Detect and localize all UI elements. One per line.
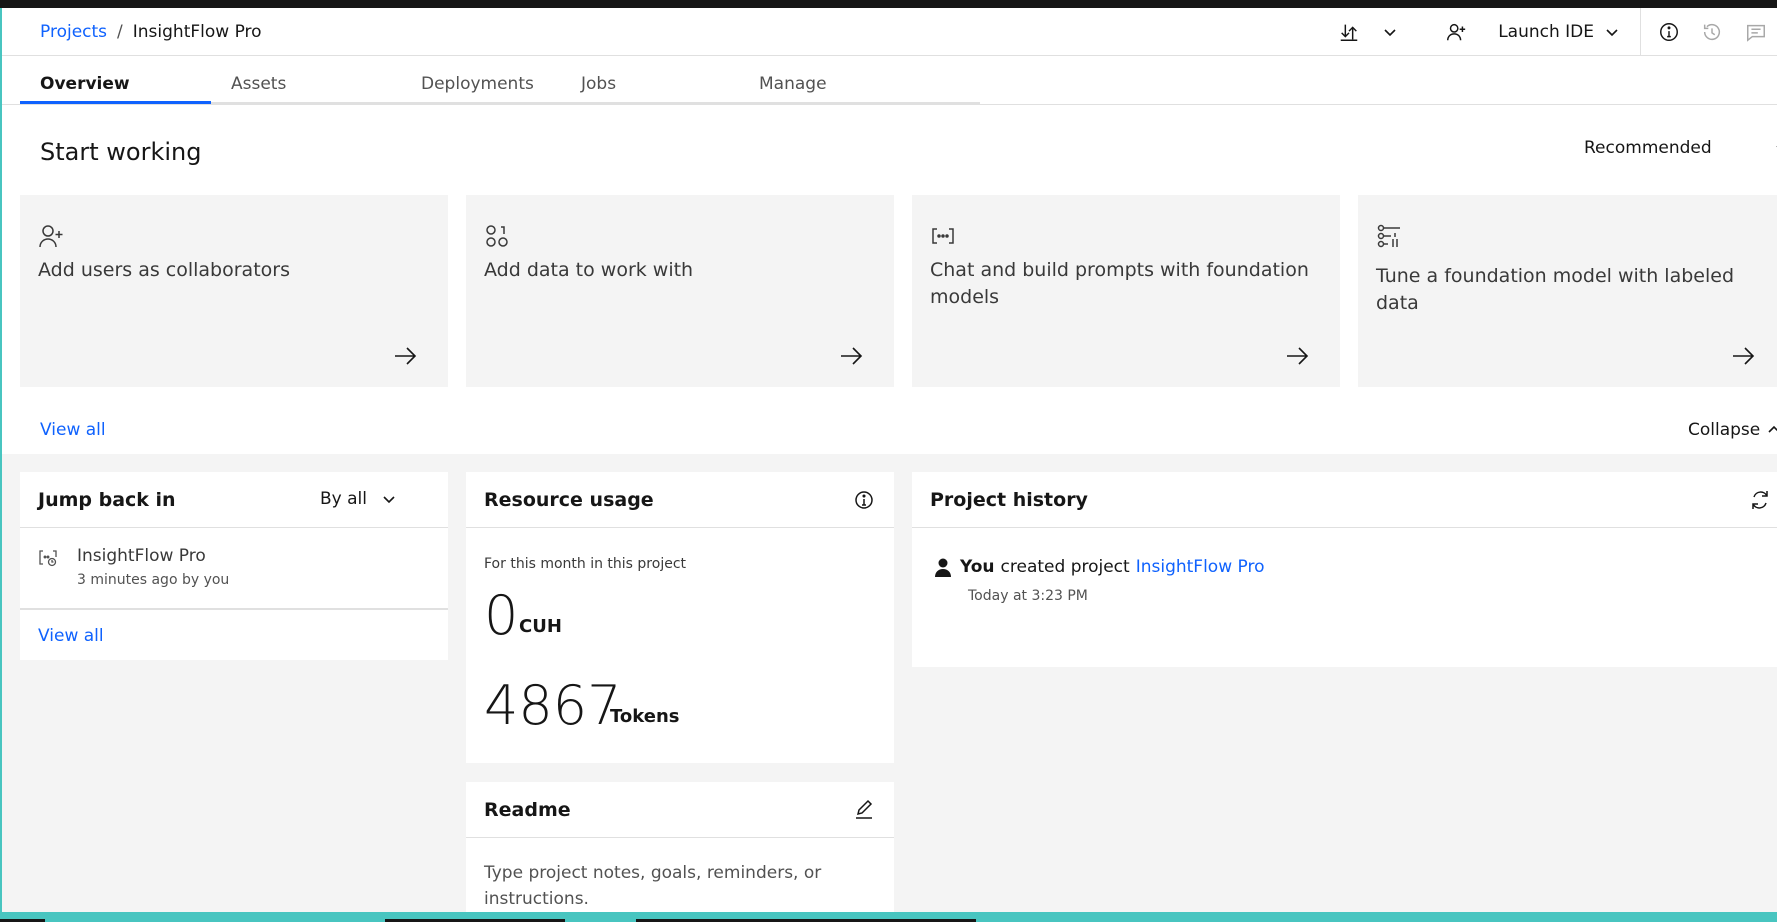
by-all-label: By all (320, 489, 367, 509)
edit-icon[interactable] (852, 798, 876, 822)
resource-usage-subtitle: For this month in this project (484, 556, 687, 572)
add-user-icon (39, 225, 63, 248)
tokens-unit: Tokens (610, 706, 680, 727)
recommended-dropdown[interactable]: Recommended (1584, 138, 1777, 158)
project-history-title: Project history (930, 489, 1088, 511)
window-top-bar (0, 0, 1777, 8)
data-icon (486, 225, 508, 247)
card-label: Add data to work with (484, 259, 694, 281)
card-label: Add users as collaborators (38, 259, 290, 281)
jump-back-in-title: Jump back in (38, 489, 176, 511)
history-actor: You (960, 557, 995, 577)
collapse-label: Collapse (1688, 420, 1761, 440)
tab-jobs[interactable]: Jobs (561, 60, 739, 102)
tokens-value: 4867 (484, 674, 622, 737)
tile-header: Readme (466, 782, 894, 838)
tab-manage[interactable]: Manage (739, 60, 980, 102)
history-action: created project (1000, 557, 1130, 577)
card-tune-model[interactable]: Tune a foundation model with labeled dat… (1358, 195, 1777, 387)
collapse-button[interactable]: Collapse (1688, 420, 1777, 440)
chevron-down-icon (1384, 29, 1396, 37)
chevron-down-icon (1606, 29, 1618, 37)
readme-title: Readme (484, 799, 571, 821)
recent-item-name: InsightFlow Pro (77, 546, 206, 566)
chevron-up-icon (1768, 425, 1777, 433)
launch-ide-button[interactable]: Launch IDE (1486, 8, 1632, 56)
history-icon (1703, 24, 1721, 41)
cuh-value: 0 (484, 584, 519, 647)
recommended-label: Recommended (1584, 138, 1712, 158)
resource-usage-tile: Resource usage For this month in this pr… (466, 472, 894, 763)
breadcrumb-separator: / (117, 22, 123, 42)
project-icon (39, 550, 57, 567)
comment-icon (1747, 24, 1765, 42)
breadcrumb-project-name: InsightFlow Pro (132, 22, 262, 42)
card-chat-prompts[interactable]: Chat and build prompts with foundation m… (912, 195, 1340, 387)
info-icon (1660, 23, 1678, 41)
history-timestamp: Today at 3:23 PM (968, 588, 1088, 604)
tab-deployments[interactable]: Deployments (401, 60, 561, 102)
launch-ide-label: Launch IDE (1498, 22, 1594, 42)
recent-item[interactable]: InsightFlow Pro 3 minutes ago by you (20, 528, 448, 610)
jump-back-in-tile: Jump back in By all InsightFlow Pro 3 mi… (20, 472, 448, 660)
resource-usage-title: Resource usage (484, 489, 654, 511)
by-all-dropdown[interactable]: By all (320, 489, 397, 509)
card-add-users[interactable]: Add users as collaborators (20, 195, 448, 387)
add-collaborator-button[interactable] (1426, 8, 1486, 56)
breadcrumb: Projects / InsightFlow Pro (40, 22, 262, 42)
history-entry: You created project InsightFlow Pro (932, 556, 1264, 578)
readme-placeholder[interactable]: Type project notes, goals, reminders, or… (484, 860, 844, 912)
readme-tile: Readme Type project notes, goals, remind… (466, 782, 894, 912)
import-export-icon (1340, 24, 1358, 41)
info-icon[interactable] (852, 488, 876, 512)
arrow-right-icon (841, 347, 863, 365)
start-working-title: Start working (40, 138, 202, 166)
overview-tiles-area: Jump back in By all InsightFlow Pro 3 mi… (2, 454, 1777, 912)
recent-item-meta: 3 minutes ago by you (77, 572, 230, 588)
cuh-unit: CUH (519, 616, 562, 637)
tune-icon (1377, 224, 1400, 248)
tab-bar: Overview Assets Deployments Jobs Manage (20, 60, 980, 104)
history-button[interactable] (1689, 8, 1735, 56)
refresh-icon[interactable] (1748, 488, 1772, 512)
arrow-right-icon (1287, 347, 1309, 365)
window-bottom-border (0, 912, 1777, 922)
card-label: Tune a foundation model with labeled dat… (1376, 265, 1735, 314)
project-page: Projects / InsightFlow Pro Launch IDE Ov… (2, 8, 1777, 912)
toolbar-divider (1640, 8, 1641, 56)
prompt-icon (932, 228, 954, 244)
view-all-link[interactable]: View all (40, 420, 106, 440)
project-history-tile: Project history You created project Insi… (912, 472, 1777, 667)
tile-header: Resource usage (466, 472, 894, 528)
tile-header: Project history (912, 472, 1777, 528)
comments-button[interactable] (1735, 8, 1777, 56)
tab-assets[interactable]: Assets (211, 60, 401, 102)
tabs-divider (2, 104, 1777, 105)
tab-overview[interactable]: Overview (20, 60, 211, 104)
header-toolbar: Launch IDE (1326, 8, 1777, 56)
start-working-cards: Add users as collaborators Add data to w… (20, 195, 1777, 387)
history-target-link[interactable]: InsightFlow Pro (1136, 557, 1265, 577)
user-avatar-icon (935, 558, 951, 577)
arrow-right-icon (1733, 347, 1755, 365)
tile-header: Jump back in By all (20, 472, 448, 528)
card-add-data[interactable]: Add data to work with (466, 195, 894, 387)
add-user-icon (1447, 23, 1466, 41)
import-export-dropdown[interactable] (1372, 8, 1408, 56)
arrow-right-icon (395, 347, 417, 365)
breadcrumb-projects-link[interactable]: Projects (40, 22, 107, 42)
info-button[interactable] (1649, 8, 1689, 56)
chevron-down-icon (383, 496, 395, 504)
card-label: Chat and build prompts with foundation m… (930, 259, 1309, 308)
chevron-down-icon (1776, 145, 1777, 148)
view-all-link[interactable]: View all (38, 626, 104, 646)
import-export-button[interactable] (1326, 8, 1372, 56)
page-header: Projects / InsightFlow Pro Launch IDE (2, 8, 1777, 56)
